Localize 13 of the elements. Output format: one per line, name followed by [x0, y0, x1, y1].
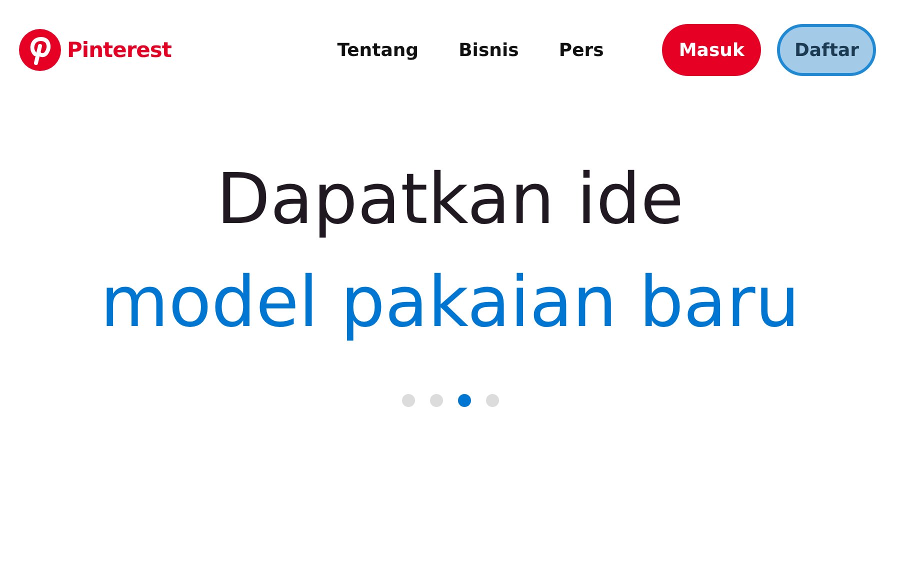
carousel-dot[interactable]	[458, 394, 470, 407]
nav-link[interactable]: Tentang	[337, 40, 419, 60]
carousel-dot[interactable]	[430, 394, 442, 407]
login-button[interactable]: Masuk	[662, 24, 762, 76]
signup-button[interactable]: Daftar	[777, 24, 876, 76]
carousel-dot[interactable]	[402, 394, 414, 407]
brand-name[interactable]: Pinterest	[67, 38, 172, 62]
hero-title: Dapatkan ide	[216, 157, 684, 242]
hero-subtitle: model pakaian baru	[100, 260, 800, 345]
nav-link[interactable]: Pers	[558, 40, 604, 60]
carousel-dot[interactable]	[486, 394, 498, 407]
nav-link[interactable]: Bisnis	[458, 40, 519, 60]
pinterest-logo-icon[interactable]	[19, 29, 61, 71]
